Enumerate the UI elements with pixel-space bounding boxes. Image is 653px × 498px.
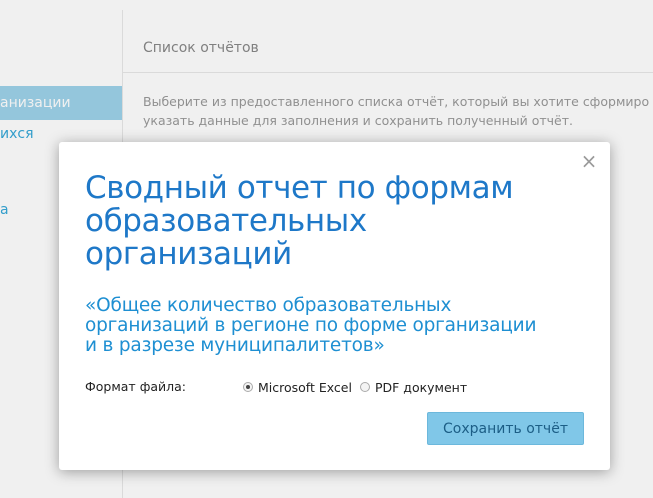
format-option-label: PDF документ [374,379,468,395]
modal-subtitle-line: «Общее количество образовательных [85,295,452,316]
modal-title-line: образовательных [85,203,367,239]
save-report-button[interactable]: Сохранить отчёт [427,412,584,445]
radio-unchecked-icon[interactable] [359,382,370,392]
modal-subtitle-line: организаций в регионе по форме организац… [85,315,537,336]
modal-title: Сводный отчет по формам образовательных … [85,172,575,271]
format-radio-pdf[interactable]: PDF документ [359,379,468,395]
report-modal: × Сводный отчет по формам образовательны… [59,142,610,470]
close-icon[interactable]: × [578,150,600,172]
file-format-label: Формат файла: [85,379,187,394]
file-format-radio-group: Microsoft Excel PDF документ [243,378,467,396]
modal-title-line: организаций [85,236,292,272]
format-radio-excel[interactable]: Microsoft Excel [243,380,352,395]
modal-title-line: Сводный отчет по формам [85,170,514,206]
modal-subtitle-line: и в разрезе муниципалитетов» [85,335,385,356]
format-option-label: Microsoft Excel [258,379,352,395]
radio-checked-icon[interactable] [243,382,253,392]
modal-subtitle: «Общее количество образовательных органи… [85,296,595,356]
